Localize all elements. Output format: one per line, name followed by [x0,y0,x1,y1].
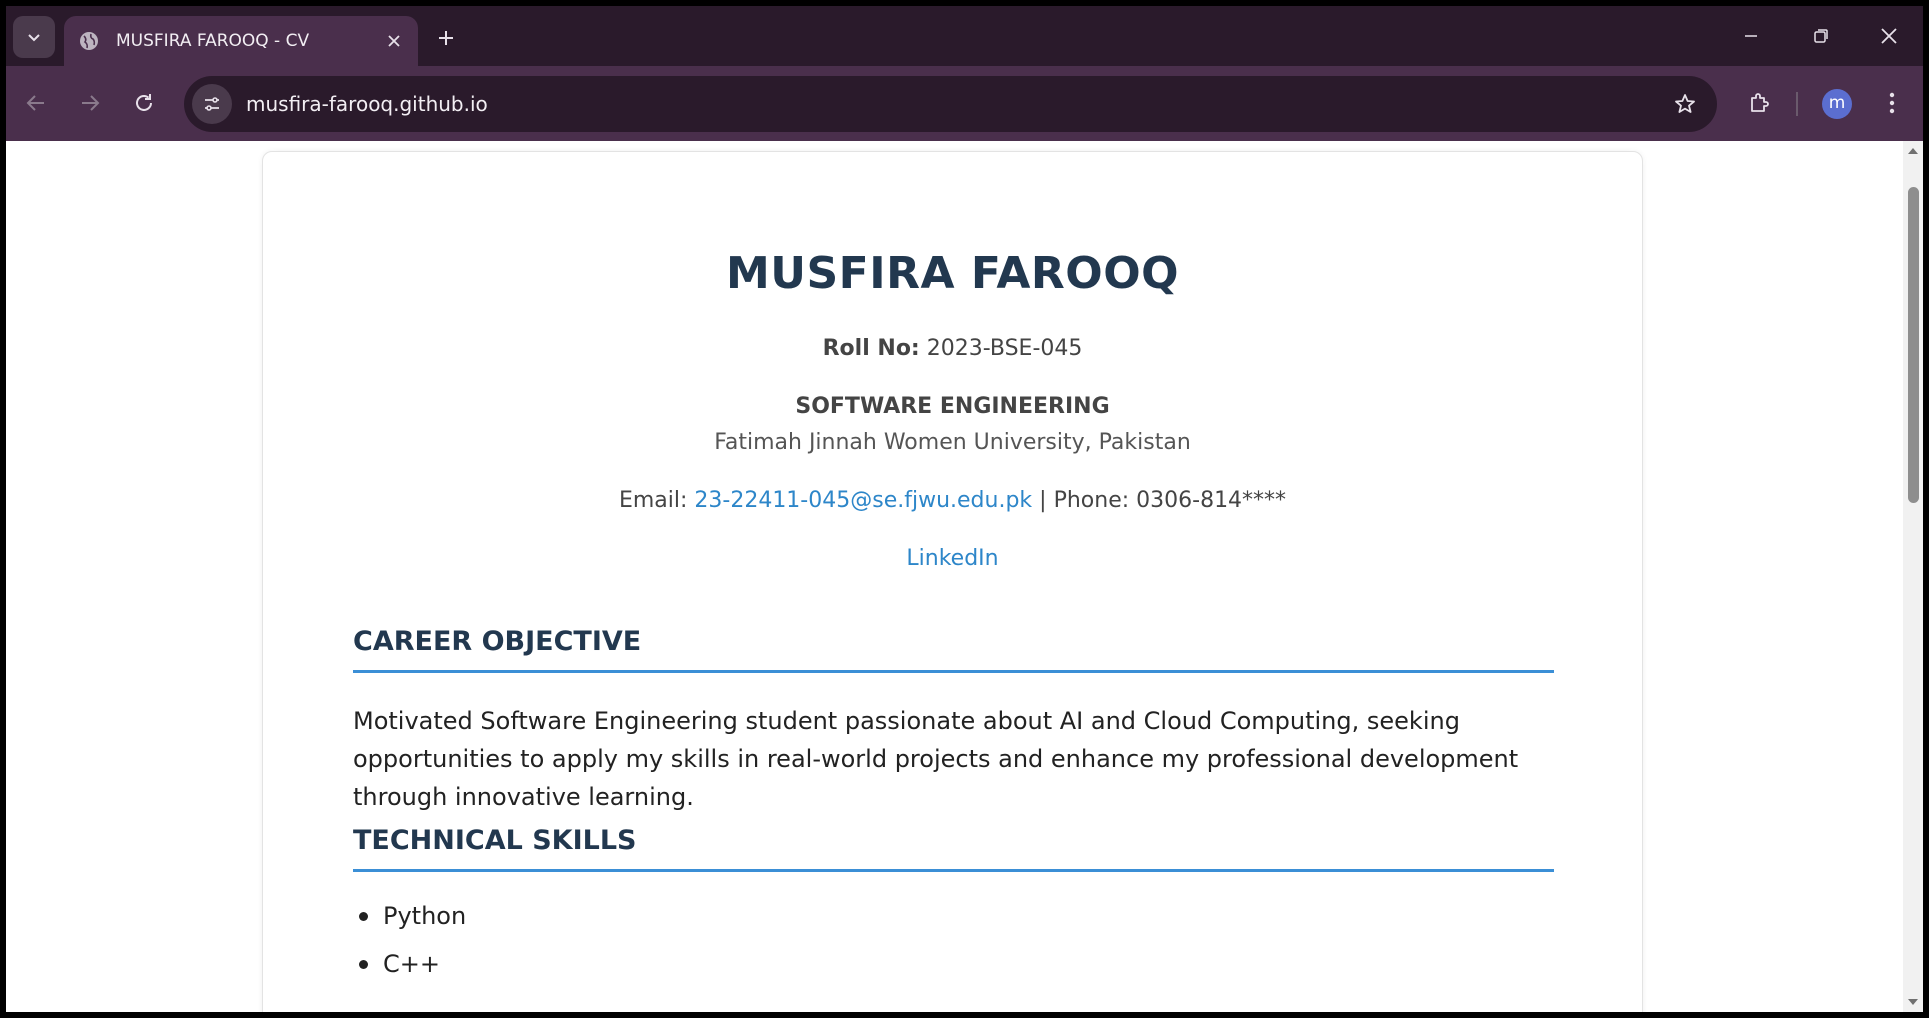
window-close-button[interactable] [1866,18,1912,54]
plus-icon [439,31,453,45]
scroll-thumb[interactable] [1908,187,1919,503]
skill-item: Python [353,900,466,948]
cv-card: MUSFIRA FAROOQ Roll No: 2023-BSE-045 SOF… [262,151,1643,1012]
toolbar-divider [1796,92,1798,116]
bookmark-button[interactable] [1671,90,1699,118]
address-bar[interactable]: musfira-farooq.github.io [184,76,1717,132]
arrow-right-icon [82,95,100,111]
tab-title: MUSFIRA FAROOQ - CV [116,31,310,51]
close-icon [1881,28,1897,44]
extensions-button[interactable] [1741,85,1777,121]
reload-button[interactable] [126,85,162,121]
skill-item: C++ [353,948,466,996]
cv-name: MUSFIRA FAROOQ [725,248,1180,299]
scroll-up-arrow-icon[interactable] [1907,145,1919,157]
back-button[interactable] [18,85,54,121]
restore-icon [1814,29,1828,43]
technical-skills-heading: TECHNICAL SKILLS [353,825,637,856]
roll-value: 2023-BSE-045 [926,336,1083,361]
browser-window: MUSFIRA FAROOQ - CV musfira-farooq.githu… [6,6,1923,1012]
reload-icon [136,94,152,111]
linkedin-link[interactable]: LinkedIn [906,546,998,571]
career-objective-heading: CAREER OBJECTIVE [353,626,642,657]
globe-icon [80,32,98,50]
department: SOFTWARE ENGINEERING [795,394,1110,419]
tab-close-button[interactable] [382,29,406,53]
section-divider [353,869,1554,872]
menu-button[interactable] [1874,85,1910,121]
profile-avatar[interactable]: m [1822,89,1852,119]
forward-button[interactable] [72,85,108,121]
close-icon [388,35,400,47]
tab-strip: MUSFIRA FAROOQ - CV [6,6,1923,66]
page-viewport: MUSFIRA FAROOQ Roll No: 2023-BSE-045 SOF… [6,141,1903,1012]
site-info-button[interactable] [192,84,232,124]
career-objective-text: Motivated Software Engineering student p… [353,707,1519,811]
tune-icon [205,97,219,111]
scroll-down-arrow-icon[interactable] [1907,996,1919,1008]
phone-value: 0306-814**** [1136,488,1287,513]
star-icon [1675,94,1695,113]
phone-label: | Phone: [1039,488,1130,513]
minimize-button[interactable] [1728,18,1774,54]
more-vertical-icon [1889,92,1895,114]
linkedin-row: LinkedIn [263,546,1642,571]
email-label: Email: [618,488,688,513]
chevron-down-icon [28,34,40,42]
arrow-left-icon [26,95,44,111]
roll-label: Roll No: [822,336,920,361]
restore-button[interactable] [1798,18,1844,54]
tab-active[interactable]: MUSFIRA FAROOQ - CV [64,16,418,66]
skills-list: Python C++ [353,900,466,996]
vertical-scrollbar[interactable] [1903,141,1923,1012]
toolbar: musfira-farooq.github.io m [6,66,1923,141]
roll-number: Roll No: 2023-BSE-045 [263,336,1642,361]
section-divider [353,670,1554,673]
minimize-icon [1745,35,1757,37]
puzzle-icon [1751,93,1769,112]
tab-search-button[interactable] [13,16,55,58]
url-text[interactable]: musfira-farooq.github.io [246,92,488,116]
university: Fatimah Jinnah Women University, Pakista… [714,430,1191,455]
email-link[interactable]: 23-22411-045@se.fjwu.edu.pk [694,488,1032,513]
new-tab-button[interactable] [430,22,462,54]
contact-info: Email: 23-22411-045@se.fjwu.edu.pk | Pho… [263,488,1642,513]
